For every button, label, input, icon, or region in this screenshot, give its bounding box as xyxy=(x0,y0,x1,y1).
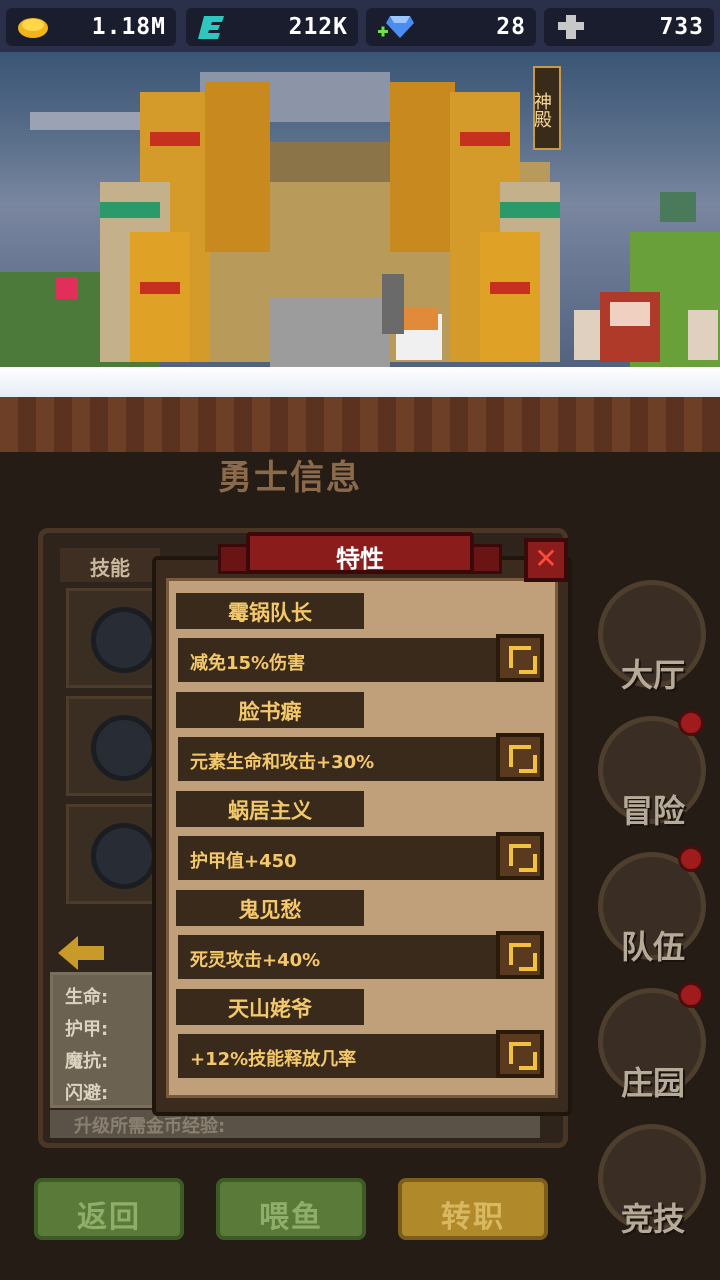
trait-desc: 死灵攻击+40% xyxy=(178,935,496,979)
swap-icon xyxy=(509,844,537,872)
gold-counter[interactable]: 1.18M xyxy=(6,8,176,46)
trait-desc: +12%技能释放几率 xyxy=(178,1034,496,1078)
nav-arena-label: 竞技 xyxy=(620,1200,685,1238)
temple-scene: 神殿 xyxy=(0,52,720,452)
snow-ground xyxy=(0,367,720,397)
cross-icon xyxy=(558,15,584,39)
dirt-ground xyxy=(0,397,720,452)
back-button[interactable]: 返回 xyxy=(34,1178,184,1240)
swap-icon xyxy=(509,943,537,971)
notification-dot xyxy=(678,982,704,1008)
trait-swap-button[interactable] xyxy=(496,1030,544,1078)
energy-value: 212K xyxy=(288,14,348,40)
trait-desc: 元素生命和攻击+30% xyxy=(178,737,496,781)
arrow-left-icon[interactable] xyxy=(56,934,106,972)
reclass-button[interactable]: 转职 xyxy=(398,1178,548,1240)
nav-hall[interactable]: 大厅 xyxy=(598,580,708,708)
nav-adventure-label: 冒险 xyxy=(620,792,685,830)
trait-desc: 护甲值+450 xyxy=(178,836,496,880)
dialog-title: 特性 xyxy=(246,532,474,574)
nav-team[interactable]: 队伍 xyxy=(598,846,708,980)
notification-dot xyxy=(678,710,704,736)
trait-name: 脸书癖 xyxy=(176,692,364,728)
trait-name: 蜗居主义 xyxy=(176,791,364,827)
nav-hall-label: 大厅 xyxy=(620,656,685,694)
trait-name: 霉锅队长 xyxy=(176,593,364,629)
trait-desc: 减免15%伤害 xyxy=(178,638,496,682)
lock-icon xyxy=(91,607,157,673)
trait-name: 天山姥爷 xyxy=(176,989,364,1025)
nav-manor[interactable]: 庄园 xyxy=(598,982,708,1116)
stat-hp-label: 生命: xyxy=(65,987,109,1008)
trait-swap-button[interactable] xyxy=(496,832,544,880)
lock-icon xyxy=(91,715,157,781)
energy-counter[interactable]: 212K xyxy=(186,8,358,46)
notification-dot xyxy=(678,846,704,872)
gold-value: 1.18M xyxy=(91,14,166,40)
swap-icon xyxy=(509,646,537,674)
swap-icon xyxy=(509,1042,537,1070)
nav-adventure[interactable]: 冒险 xyxy=(598,710,708,844)
nav-arena[interactable]: 竞技 xyxy=(598,1124,708,1252)
stat-dodge-label: 闪避: xyxy=(65,1083,109,1104)
lock-icon xyxy=(91,823,157,889)
stat-armor-label: 护甲: xyxy=(65,1019,109,1040)
resource-bar: 1.18M 212K 28 733 xyxy=(0,0,720,52)
diamond-value: 28 xyxy=(496,14,526,40)
nav-manor-label: 庄园 xyxy=(620,1064,685,1102)
swap-icon xyxy=(509,745,537,773)
stat-magic-resist-label: 魔抗: xyxy=(65,1051,109,1072)
nav-team-label: 队伍 xyxy=(620,928,685,966)
trait-swap-button[interactable] xyxy=(496,634,544,682)
temple-sign: 神殿 xyxy=(531,66,561,150)
energy-e-icon xyxy=(198,16,224,39)
cross-value: 733 xyxy=(659,14,704,40)
panel-title: 勇士信息 xyxy=(218,458,362,498)
trait-swap-button[interactable] xyxy=(496,931,544,979)
gold-coin-icon xyxy=(18,18,48,38)
diamond-plus-icon xyxy=(378,16,414,38)
skills-header: 技能 xyxy=(60,548,160,582)
trait-name: 鬼见愁 xyxy=(176,890,364,926)
trait-swap-button[interactable] xyxy=(496,733,544,781)
feed-fish-button[interactable]: 喂鱼 xyxy=(216,1178,366,1240)
close-icon[interactable]: ✕ xyxy=(524,538,568,582)
diamond-counter[interactable]: 28 xyxy=(366,8,536,46)
cross-counter[interactable]: 733 xyxy=(544,8,714,46)
